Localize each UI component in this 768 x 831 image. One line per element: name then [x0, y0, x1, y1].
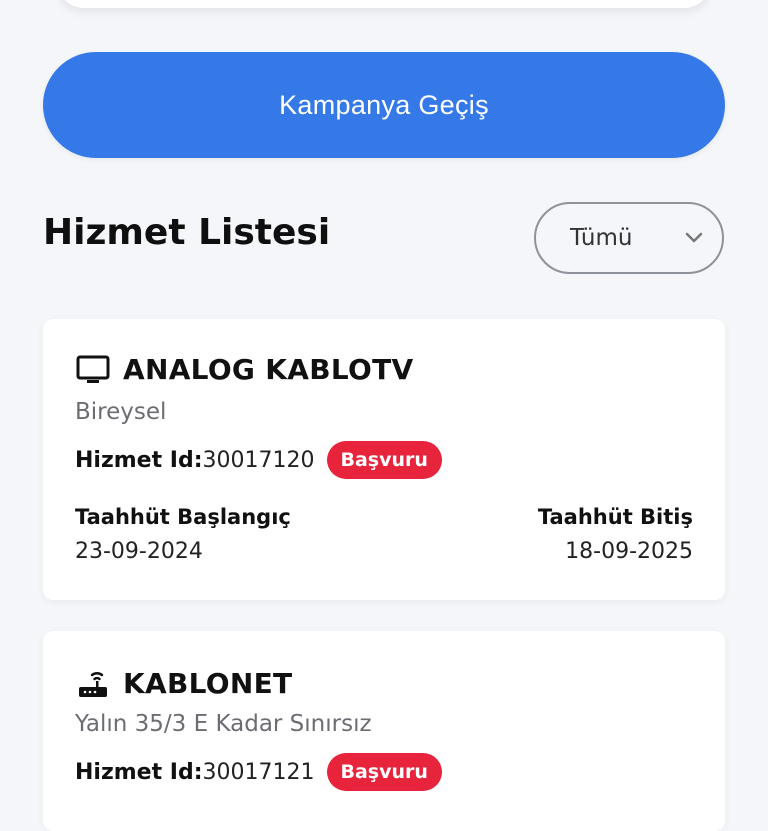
- commitment-start: Taahhüt Başlangıç 23-09-2024: [75, 505, 291, 564]
- service-id-value: 30017120: [202, 447, 315, 473]
- service-name: KABLONET: [123, 667, 293, 700]
- commitment-start-date: 23-09-2024: [75, 539, 203, 564]
- router-icon: [75, 668, 111, 700]
- commitment-end-label: Taahhüt Bitiş: [537, 505, 693, 529]
- service-card[interactable]: KABLONET Yalın 35/3 E Kadar Sınırsız Hiz…: [43, 631, 725, 831]
- filter-selected-value: Tümü: [570, 225, 633, 251]
- service-id-row: Hizmet Id: 30017120 Başvuru: [75, 441, 442, 479]
- service-card[interactable]: ANALOG KABLOTV Bireysel Hizmet Id: 30017…: [43, 319, 725, 600]
- section-title: Hizmet Listesi: [43, 212, 331, 253]
- chevron-down-icon: [684, 228, 704, 248]
- service-id-label: Hizmet Id:: [75, 447, 203, 473]
- service-description: Bireysel: [75, 399, 167, 425]
- commitment-end: Taahhüt Bitiş 18-09-2025: [538, 505, 693, 564]
- top-card: [56, 0, 712, 8]
- service-header: KABLONET: [75, 667, 292, 700]
- tv-icon: [75, 354, 111, 386]
- status-badge: Başvuru: [326, 753, 442, 791]
- service-header: ANALOG KABLOTV: [75, 353, 413, 386]
- service-id-label: Hizmet Id:: [75, 759, 203, 785]
- commitment-end-date: 18-09-2025: [565, 539, 693, 564]
- service-filter-select[interactable]: Tümü: [534, 202, 724, 274]
- campaign-switch-button[interactable]: Kampanya Geçiş: [43, 52, 725, 158]
- service-description: Yalın 35/3 E Kadar Sınırsız: [75, 711, 372, 737]
- commitment-start-label: Taahhüt Başlangıç: [75, 505, 291, 529]
- service-id-value: 30017121: [202, 759, 315, 785]
- service-id-row: Hizmet Id: 30017121 Başvuru: [75, 753, 442, 791]
- service-name: ANALOG KABLOTV: [123, 353, 414, 386]
- status-badge: Başvuru: [326, 441, 442, 479]
